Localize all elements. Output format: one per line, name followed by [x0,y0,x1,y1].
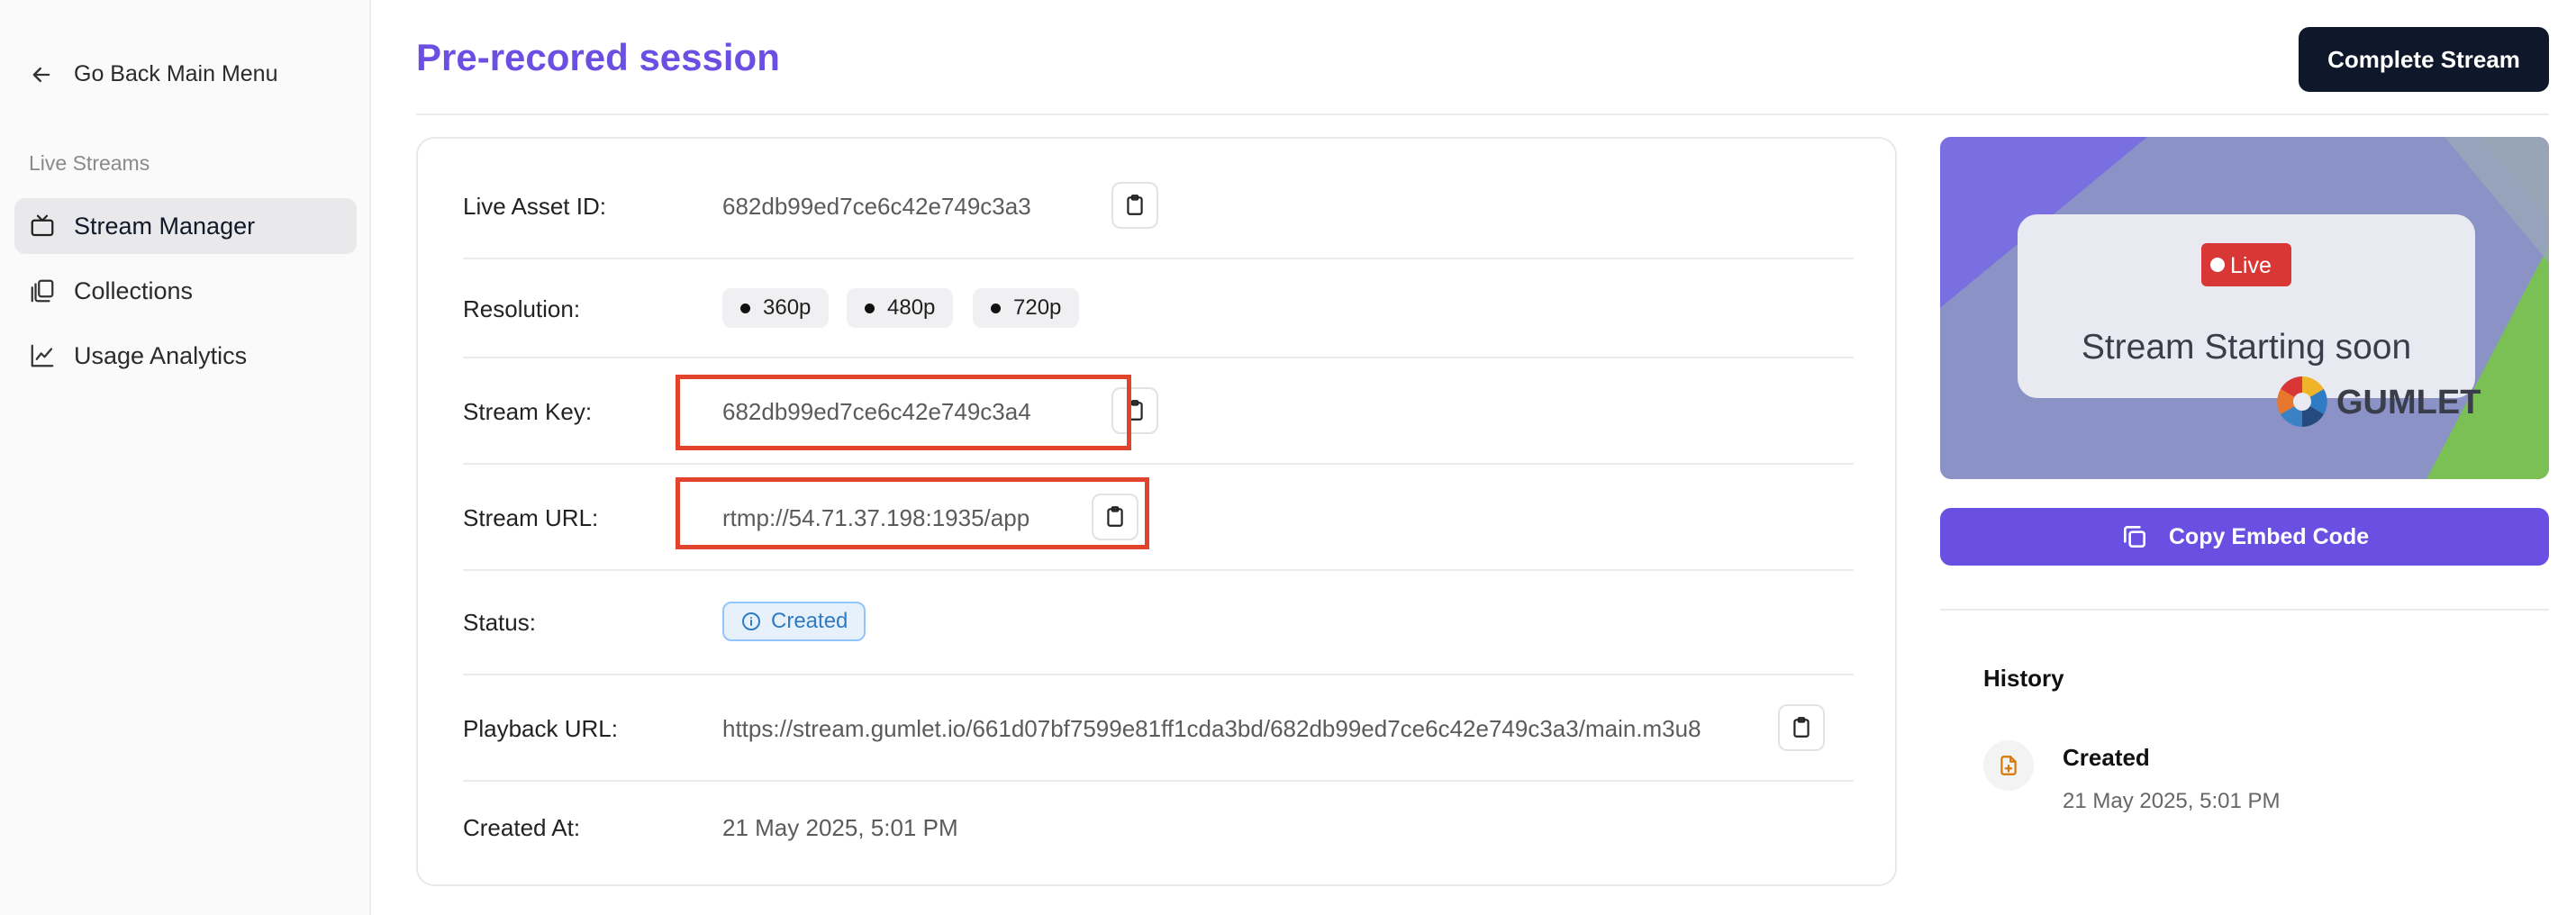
arrow-left-icon [32,67,50,82]
playback-url-label: Playback URL: [463,715,618,742]
copy-live-asset-id-button[interactable] [1111,182,1158,229]
sidebar-item-stream-manager[interactable]: Stream Manager [14,198,357,254]
resolution-label: Resolution: [463,295,581,322]
resolution-pill-360p: 360p [722,288,830,328]
resolution-pill-480p: 480p [847,288,954,328]
history-title: History [1983,665,2064,692]
live-asset-id-label: Live Asset ID: [463,193,606,220]
stream-url-label: Stream URL: [463,504,599,531]
copy-embed-code-label: Copy Embed Code [2168,523,2370,549]
clipboard-icon [1793,717,1810,738]
created-at-value: 21 May 2025, 5:01 PM [722,814,958,841]
row-created-at: Created At: 21 May 2025, 5:01 PM [463,782,1854,881]
history-item-label: Created [2063,744,2150,771]
row-live-asset-id: Live Asset ID: 682db99ed7ce6c42e749c3a3 [463,139,1854,259]
chart-line-icon [31,344,54,367]
status-badge: Created [722,602,866,641]
complete-stream-button[interactable]: Complete Stream [2299,27,2549,92]
status-value: Created [771,609,848,633]
preview-message: Stream Starting soon [2082,328,2411,367]
header-divider [416,113,2549,115]
row-stream-url: Stream URL: rtmp://54.71.37.198:1935/app [463,465,1854,571]
sidebar-item-label: Collections [74,276,194,304]
collections-icon [31,279,54,303]
sidebar-section-label: Live Streams [29,151,150,175]
sidebar: Go Back Main Menu Live Streams Stream Ma… [0,0,371,915]
sidebar-item-label: Stream Manager [74,212,256,240]
stream-preview-thumbnail[interactable]: Live Stream Starting soon GUMLET [1940,137,2549,479]
sidebar-item-label: Usage Analytics [74,341,248,369]
row-playback-url: Playback URL: https://stream.gumlet.io/6… [463,675,1854,782]
page-title: Pre-recored session [416,36,780,78]
created-at-label: Created At: [463,814,581,841]
resolution-pill-720p: 720p [973,288,1080,328]
tv-icon [31,214,54,237]
sidebar-item-usage-analytics[interactable]: Usage Analytics [14,328,357,384]
history-item-date: 21 May 2025, 5:01 PM [2063,789,2281,813]
preview-graphic: Live Stream Starting soon GUMLET [1940,137,2549,479]
right-panel-divider [1940,609,2549,611]
bullet-icon [991,303,1001,313]
copy-playback-url-button[interactable] [1778,704,1825,751]
resolution-value: 360p [763,295,812,320]
playback-url-value: https://stream.gumlet.io/661d07bf7599e81… [722,715,1701,742]
copy-embed-code-button[interactable]: Copy Embed Code [1940,508,2549,566]
file-plus-icon [2000,756,2017,775]
bullet-icon [865,303,875,313]
row-stream-key: Stream Key: 682db99ed7ce6c42e749c3a4 [463,358,1854,465]
row-status: Status: Created [463,571,1854,675]
gumlet-logo-icon [2277,376,2327,427]
resolution-value: 720p [1013,295,1062,320]
clipboard-icon [1127,195,1143,215]
highlight-box [676,477,1149,549]
go-back-label: Go Back Main Menu [74,61,278,86]
live-badge-label: Live [2230,253,2272,278]
status-label: Status: [463,609,536,636]
bullet-icon [740,303,750,313]
stream-details-card: Live Asset ID: 682db99ed7ce6c42e749c3a3 … [416,137,1897,886]
live-asset-id-value: 682db99ed7ce6c42e749c3a3 [722,193,1031,220]
highlight-box [676,375,1131,450]
stream-key-label: Stream Key: [463,398,593,425]
resolution-value: 480p [887,295,936,320]
copy-icon [2123,526,2145,548]
gumlet-logo-text: GUMLET [2336,384,2481,421]
history-item-icon [1983,740,2034,791]
sidebar-item-collections[interactable]: Collections [14,263,357,319]
info-circle-icon [742,612,760,630]
row-resolution: Resolution: 360p 480p 720p [463,259,1854,358]
go-back-link[interactable]: Go Back Main Menu [29,61,278,87]
